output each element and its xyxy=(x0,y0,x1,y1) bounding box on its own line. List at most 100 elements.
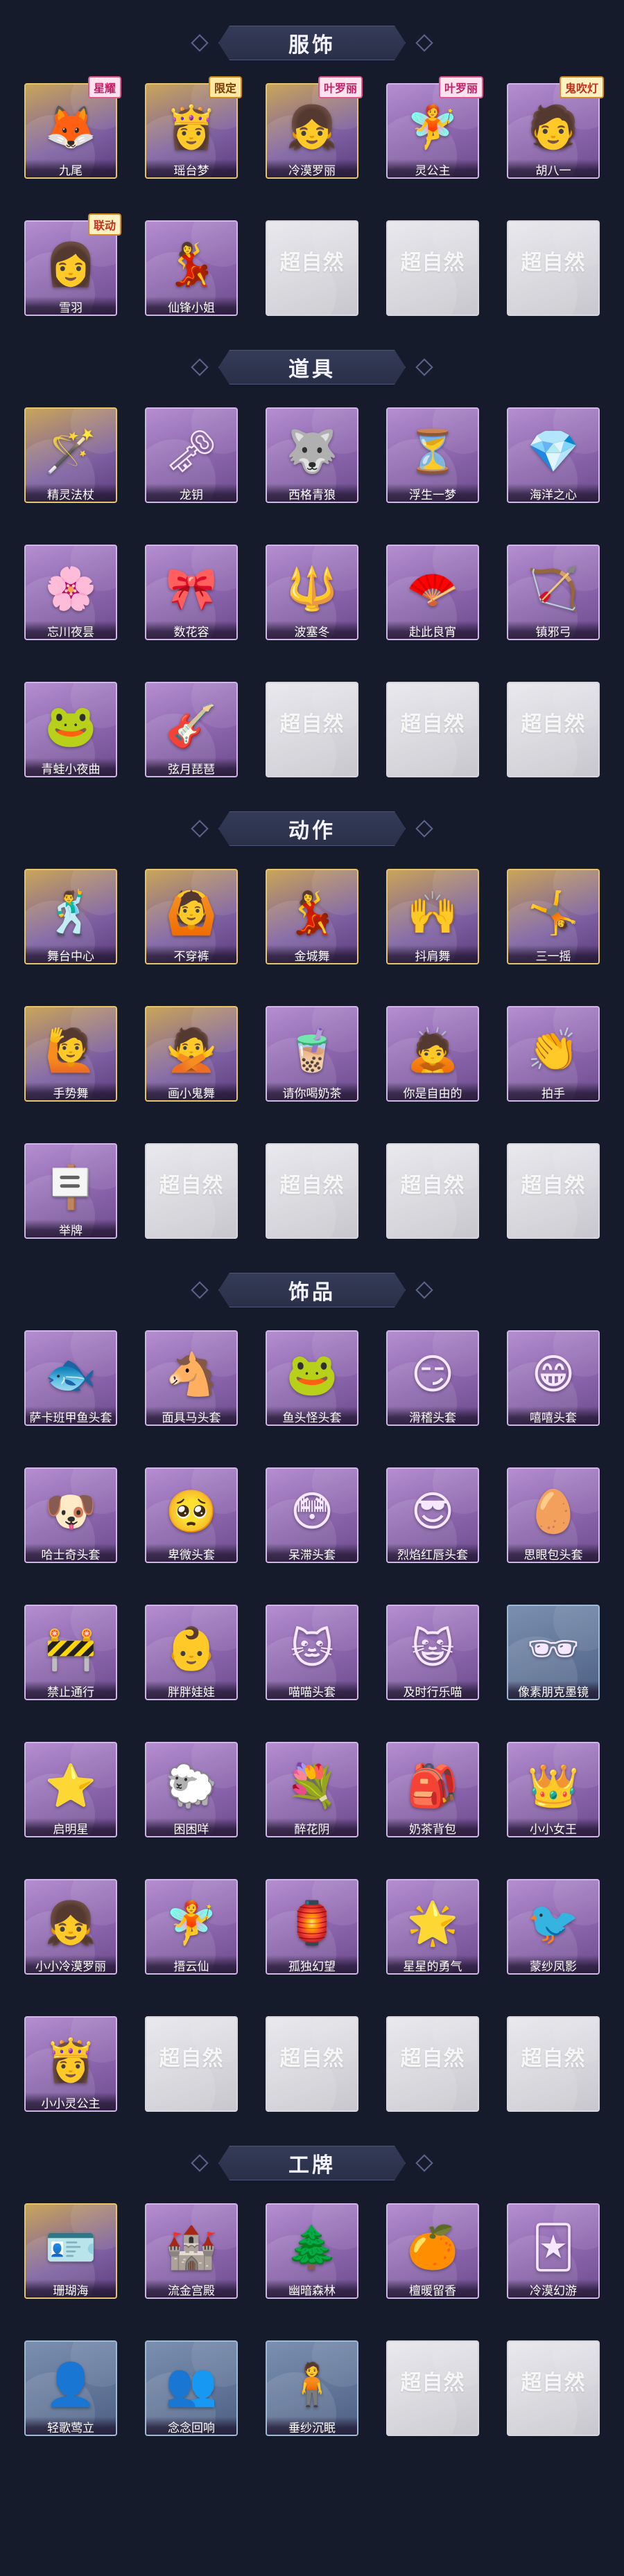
item-card[interactable]: 😺 及时行乐喵 xyxy=(386,1605,479,1700)
item-card[interactable]: 😁 嘻嘻头套 xyxy=(507,1330,600,1426)
item-card[interactable]: 🤸 三一摇 xyxy=(507,869,600,964)
item-card[interactable]: 🥚 思眼包头套 xyxy=(507,1467,600,1563)
item-card[interactable]: 🪄 精灵法杖 xyxy=(24,407,117,503)
item-card[interactable]: 💃 仙锋小姐 xyxy=(145,220,238,316)
item-card[interactable]: 🗝 龙钥 xyxy=(145,407,238,503)
item-card[interactable]: 🐸 青蛙小夜曲 xyxy=(24,682,117,777)
diamond-ornament-icon xyxy=(415,358,433,376)
item-card[interactable]: ⏳ 浮生一梦 xyxy=(386,407,479,503)
item-label: 龙钥 xyxy=(146,484,236,502)
item-card[interactable]: 🐱 喵喵头套 xyxy=(266,1605,358,1700)
item-card[interactable]: 🌲 幽暗森林 xyxy=(266,2203,358,2299)
item-label: 忘川夜昙 xyxy=(26,621,116,639)
item-card[interactable]: 🪪 珊瑚海 xyxy=(24,2203,117,2299)
item-card[interactable]: 🥺 卑微头套 xyxy=(145,1467,238,1563)
item-label: 小小女王 xyxy=(508,1818,598,1836)
item-card[interactable]: 😳 呆滞头套 xyxy=(266,1467,358,1563)
item-card[interactable]: 🐴 面具马头套 xyxy=(145,1330,238,1426)
item-card[interactable]: 🧚 搢云仙 xyxy=(145,1879,238,1975)
card-frame: 超自然 xyxy=(266,220,358,316)
wolf-icon: 🐺 xyxy=(286,427,338,476)
item-label: 小小灵公主 xyxy=(26,2092,116,2110)
card-frame: 超自然 xyxy=(266,2016,358,2112)
item-card[interactable]: 🐑 困困咩 xyxy=(145,1742,238,1837)
item-card[interactable]: 👶 胖胖娃娃 xyxy=(145,1605,238,1700)
item-label: 仙锋小姐 xyxy=(146,297,236,315)
item-card[interactable]: 🧑 胡八一 鬼吹灯 xyxy=(507,76,604,179)
card-frame: 超自然 xyxy=(386,2016,479,2112)
card-frame: 🐺 西格青狼 xyxy=(266,407,358,503)
item-label: 困困咩 xyxy=(146,1818,236,1836)
item-label: 舞台中心 xyxy=(26,945,116,963)
item-card[interactable]: 🦊 九尾 星耀 xyxy=(24,76,121,179)
item-card[interactable]: 🎒 奶茶背包 xyxy=(386,1742,479,1837)
item-card[interactable]: 🃏 冷漠幻游 xyxy=(507,2203,600,2299)
card-frame: 💃 仙锋小姐 xyxy=(145,220,238,316)
item-card[interactable]: 🏮 孤独幻望 xyxy=(266,1879,358,1975)
grin-face-icon: 😁 xyxy=(531,1350,575,1399)
item-card[interactable]: 👥 念念回响 xyxy=(145,2340,238,2436)
item-card[interactable]: ⭐ 启明星 xyxy=(24,1742,117,1837)
item-card[interactable]: 👧 小小冷漠罗丽 xyxy=(24,1879,117,1975)
item-card[interactable]: 🙌 抖肩舞 xyxy=(386,869,479,964)
item-card[interactable]: 🌸 忘川夜昙 xyxy=(24,545,117,640)
item-label: 醉花阴 xyxy=(267,1818,357,1836)
item-card[interactable]: 🐶 哈士奇头套 xyxy=(24,1467,117,1563)
placeholder-logo: 超自然 xyxy=(400,2371,465,2396)
item-card[interactable]: 🧋 请你喝奶茶 xyxy=(266,1006,358,1102)
item-card[interactable]: 🙋 手势舞 xyxy=(24,1006,117,1102)
empty-item-slot: 超自然 xyxy=(266,682,358,777)
item-card[interactable]: 💐 醉花阴 xyxy=(266,1742,358,1837)
item-label: 像素朋克墨镜 xyxy=(508,1681,598,1699)
dazed-face-icon: 😳 xyxy=(290,1487,334,1536)
item-card[interactable]: 👸 小小灵公主 xyxy=(24,2016,117,2112)
item-card[interactable]: 🎸 弦月琵琶 xyxy=(145,682,238,777)
card-frame: 👧 小小冷漠罗丽 xyxy=(24,1879,117,1975)
item-card[interactable]: 🪭 赴此良宵 xyxy=(386,545,479,640)
card-frame: 🕶 像素朋克墨镜 xyxy=(507,1605,600,1700)
flower-icon: 🌸 xyxy=(44,564,97,613)
item-label: 画小鬼舞 xyxy=(146,1082,236,1100)
item-card[interactable]: 👑 小小女王 xyxy=(507,1742,600,1837)
item-card[interactable]: 👧 冷漠罗丽 叶罗丽 xyxy=(266,76,363,179)
item-card[interactable]: 💎 海洋之心 xyxy=(507,407,600,503)
item-card[interactable]: 🙆 不穿裤 xyxy=(145,869,238,964)
item-card[interactable]: 😎 烈焰红唇头套 xyxy=(386,1467,479,1563)
item-card[interactable]: 👸 瑶台梦 限定 xyxy=(145,76,242,179)
item-card[interactable]: 🐺 西格青狼 xyxy=(266,407,358,503)
item-card[interactable]: 👏 拍手 xyxy=(507,1006,600,1102)
item-card[interactable]: 🐸 鱼头怪头套 xyxy=(266,1330,358,1426)
item-card[interactable]: 💃 金城舞 xyxy=(266,869,358,964)
empty-item-slot: 超自然 xyxy=(386,1143,479,1239)
item-card[interactable]: 🐟 萨卡班甲鱼头套 xyxy=(24,1330,117,1426)
card-frame: 🎸 弦月琵琶 xyxy=(145,682,238,777)
item-label: 海洋之心 xyxy=(508,484,598,502)
item-label: 你是自由的 xyxy=(388,1082,478,1100)
item-card[interactable]: 🌟 星星的勇气 xyxy=(386,1879,479,1975)
item-label: 孤独幻望 xyxy=(267,1955,357,1973)
item-card[interactable]: 🍊 檀暖留香 xyxy=(386,2203,479,2299)
item-card[interactable]: 👤 轻歌莺立 xyxy=(24,2340,117,2436)
item-card[interactable]: 🙇 你是自由的 xyxy=(386,1006,479,1102)
placeholder-logo: 超自然 xyxy=(279,712,345,737)
item-card[interactable]: 🧚 灵公主 叶罗丽 xyxy=(386,76,483,179)
item-card[interactable]: 🧍 垂纱沉眠 xyxy=(266,2340,358,2436)
dance-pose-icon: 🤸 xyxy=(527,888,580,937)
item-card[interactable]: 🐦 蒙纱凤影 xyxy=(507,1879,600,1975)
item-card[interactable]: 🏹 镇邪弓 xyxy=(507,545,600,640)
item-card[interactable]: 🪧 举牌 xyxy=(24,1143,117,1239)
item-label: 轻歌莺立 xyxy=(26,2417,116,2435)
item-card[interactable]: 🎀 数花容 xyxy=(145,545,238,640)
card-frame: 💎 海洋之心 xyxy=(507,407,600,503)
empty-item-slot: 超自然 xyxy=(145,1143,238,1239)
item-label: 胖胖娃娃 xyxy=(146,1681,236,1699)
item-card[interactable]: 🕶 像素朋克墨镜 xyxy=(507,1605,600,1700)
item-card[interactable]: 👩 雪羽 联动 xyxy=(24,213,121,316)
item-card[interactable]: 🔱 波塞冬 xyxy=(266,545,358,640)
item-card[interactable]: 🏰 流金宫殿 xyxy=(145,2203,238,2299)
item-card[interactable]: 🙅 画小鬼舞 xyxy=(145,1006,238,1102)
item-card[interactable]: 😏 滑稽头套 xyxy=(386,1330,479,1426)
item-card[interactable]: 🕺 舞台中心 xyxy=(24,869,117,964)
item-label: 呆滞头套 xyxy=(267,1544,357,1562)
item-card[interactable]: 🚧 禁止通行 xyxy=(24,1605,117,1700)
